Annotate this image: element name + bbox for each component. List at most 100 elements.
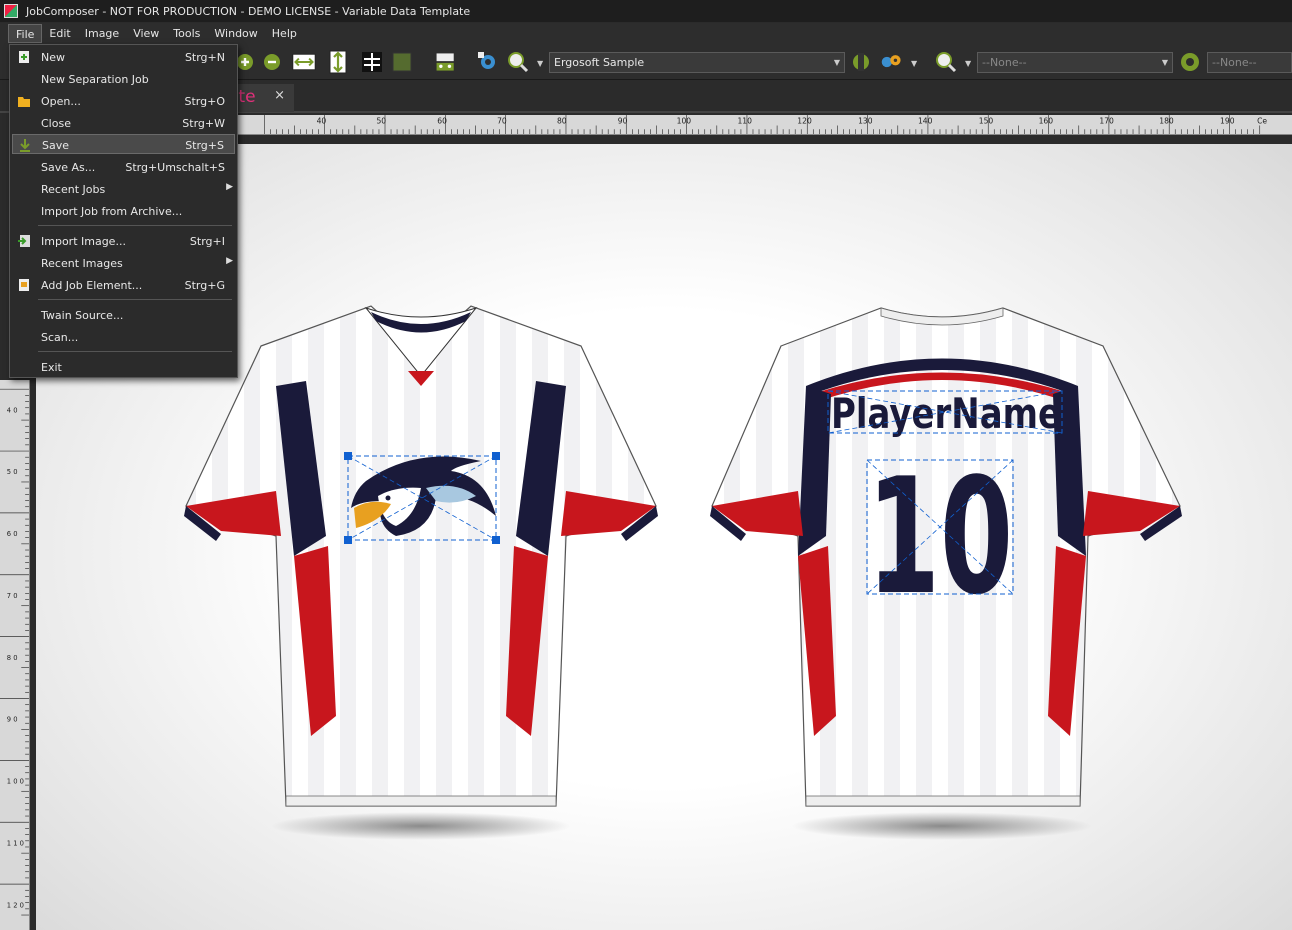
printer-settings-icon[interactable] <box>849 50 873 74</box>
menu-help[interactable]: Help <box>265 24 304 43</box>
menu-item-save-as[interactable]: Save As... Strg+Umschalt+S <box>12 157 235 177</box>
title-bar: JobComposer - NOT FOR PRODUCTION - DEMO … <box>0 0 1292 22</box>
none-select-1[interactable]: --None-- ▼ <box>977 52 1173 73</box>
menu-item-label: New <box>41 51 65 64</box>
menu-item-new-separation-job[interactable]: New Separation Job <box>12 69 235 89</box>
front-shadow <box>271 812 571 840</box>
canvas-top-border <box>238 136 1292 144</box>
horizontal-ruler: 40 50 60 70 80 90 100 110 120 130 140 15… <box>238 115 1292 135</box>
ruler-label: 8 0 <box>7 654 18 662</box>
menu-item-recent-jobs[interactable]: Recent Jobs ▶ <box>12 179 235 199</box>
menu-separator <box>38 351 232 352</box>
submenu-arrow-icon: ▶ <box>226 256 233 266</box>
zoom-dropdown-arrow[interactable]: ▼ <box>965 59 971 68</box>
menu-item-close[interactable]: Close Strg+W <box>12 113 235 133</box>
save-arrow-icon <box>20 139 30 152</box>
zoom-select-icon[interactable] <box>934 50 958 74</box>
menu-item-label: Close <box>41 117 71 130</box>
menu-item-label: Add Job Element... <box>41 279 143 292</box>
ruler-label: 50 <box>376 117 386 126</box>
menu-tools[interactable]: Tools <box>166 24 207 43</box>
ruler-label: 80 <box>557 117 567 126</box>
menu-image[interactable]: Image <box>78 24 126 43</box>
magnifier-dropdown-arrow[interactable]: ▼ <box>537 59 543 68</box>
menu-item-add-job-element[interactable]: Add Job Element... Strg+G <box>12 275 235 295</box>
resize-handle[interactable] <box>492 452 500 460</box>
none-select-2[interactable]: --None-- <box>1207 52 1292 73</box>
import-image-icon <box>18 235 30 247</box>
ruler-label: 1 0 0 <box>7 778 24 786</box>
back-shadow <box>792 812 1092 840</box>
menu-item-label: Exit <box>41 361 62 374</box>
ruler-label: 170 <box>1099 117 1114 126</box>
front-jersey <box>184 305 658 840</box>
menu-edit[interactable]: Edit <box>42 24 77 43</box>
menu-item-label: Import Image... <box>41 235 126 248</box>
ruler-label: Ce <box>1257 117 1267 126</box>
menu-view[interactable]: View <box>126 24 166 43</box>
menu-item-label: Save <box>42 139 70 152</box>
ruler-label: 160 <box>1039 117 1054 126</box>
chevron-down-icon: ▼ <box>1161 58 1168 67</box>
menu-item-shortcut: Strg+I <box>189 235 225 248</box>
menu-item-import-image[interactable]: Import Image... Strg+I <box>12 231 235 251</box>
ruler-label: 5 0 <box>7 468 18 476</box>
menu-item-shortcut: Strg+G <box>184 279 225 292</box>
ruler-label: 150 <box>979 117 994 126</box>
menu-item-label: Recent Jobs <box>41 183 106 196</box>
menu-item-exit[interactable]: Exit <box>12 357 235 377</box>
menu-window[interactable]: Window <box>207 24 264 43</box>
vertical-ruler: 4 0 5 0 6 0 7 0 8 0 9 0 1 0 0 1 1 0 1 2 … <box>0 380 30 930</box>
resize-handle[interactable] <box>344 536 352 544</box>
magnifier-icon[interactable] <box>506 50 530 74</box>
resize-handle[interactable] <box>492 536 500 544</box>
zoom-out-icon[interactable] <box>262 50 286 74</box>
menu-item-shortcut: Strg+W <box>182 117 225 130</box>
settings-dropdown-arrow[interactable]: ▼ <box>911 59 917 68</box>
resize-handle[interactable] <box>344 452 352 460</box>
none-select-2-value: --None-- <box>1212 56 1257 69</box>
player-name-text[interactable]: PlayerName <box>831 389 1061 438</box>
menu-item-import-job-archive[interactable]: Import Job from Archive... <box>12 201 235 221</box>
menu-item-twain-source[interactable]: Twain Source... <box>12 305 235 325</box>
menu-item-scan[interactable]: Scan... <box>12 327 235 347</box>
close-icon[interactable]: × <box>274 88 285 103</box>
zoom-in-icon[interactable] <box>236 50 260 74</box>
player-number-text[interactable]: 10 <box>867 443 1013 630</box>
menu-file[interactable]: File <box>8 24 43 43</box>
ruler-label: 130 <box>858 117 873 126</box>
ruler-label: 7 0 <box>7 592 18 600</box>
ruler-label: 140 <box>918 117 933 126</box>
grid-toggle-icon[interactable] <box>360 50 384 74</box>
ruler-label: 70 <box>497 117 507 126</box>
menu-item-label: Twain Source... <box>41 309 124 322</box>
fit-height-icon[interactable] <box>326 50 350 74</box>
menu-item-shortcut: Strg+S <box>185 139 224 152</box>
menu-item-shortcut: Strg+Umschalt+S <box>125 161 225 174</box>
ruler-label: 120 <box>797 117 812 126</box>
menu-item-label: Open... <box>41 95 81 108</box>
menu-item-label: Scan... <box>41 331 79 344</box>
window-title: JobComposer - NOT FOR PRODUCTION - DEMO … <box>26 4 471 18</box>
menu-item-new[interactable]: New Strg+N <box>12 47 235 67</box>
ruler-label: 180 <box>1159 117 1174 126</box>
ruler-label: 1 1 0 <box>7 839 24 847</box>
background-toggle-icon[interactable] <box>390 50 414 74</box>
ruler-label: 60 <box>437 117 447 126</box>
layout-icon[interactable] <box>434 50 458 74</box>
multi-settings-icon[interactable] <box>880 50 904 74</box>
profile-select[interactable]: Ergosoft Sample ▼ <box>549 52 845 73</box>
menu-item-label: Recent Images <box>41 257 123 270</box>
ruler-label: 190 <box>1220 117 1235 126</box>
menu-item-recent-images[interactable]: Recent Images ▶ <box>12 253 235 273</box>
add-element-icon <box>19 279 29 291</box>
ruler-label: 6 0 <box>7 530 18 538</box>
job-element-settings-icon[interactable] <box>476 50 500 74</box>
gear-icon[interactable] <box>1178 50 1202 74</box>
menu-item-open[interactable]: Open... Strg+O <box>12 91 235 111</box>
submenu-arrow-icon: ▶ <box>226 182 233 192</box>
chevron-down-icon: ▼ <box>833 58 840 67</box>
ruler-label: 4 0 <box>7 406 18 414</box>
menu-item-save[interactable]: Save Strg+S <box>12 134 235 154</box>
fit-width-icon[interactable] <box>292 50 316 74</box>
